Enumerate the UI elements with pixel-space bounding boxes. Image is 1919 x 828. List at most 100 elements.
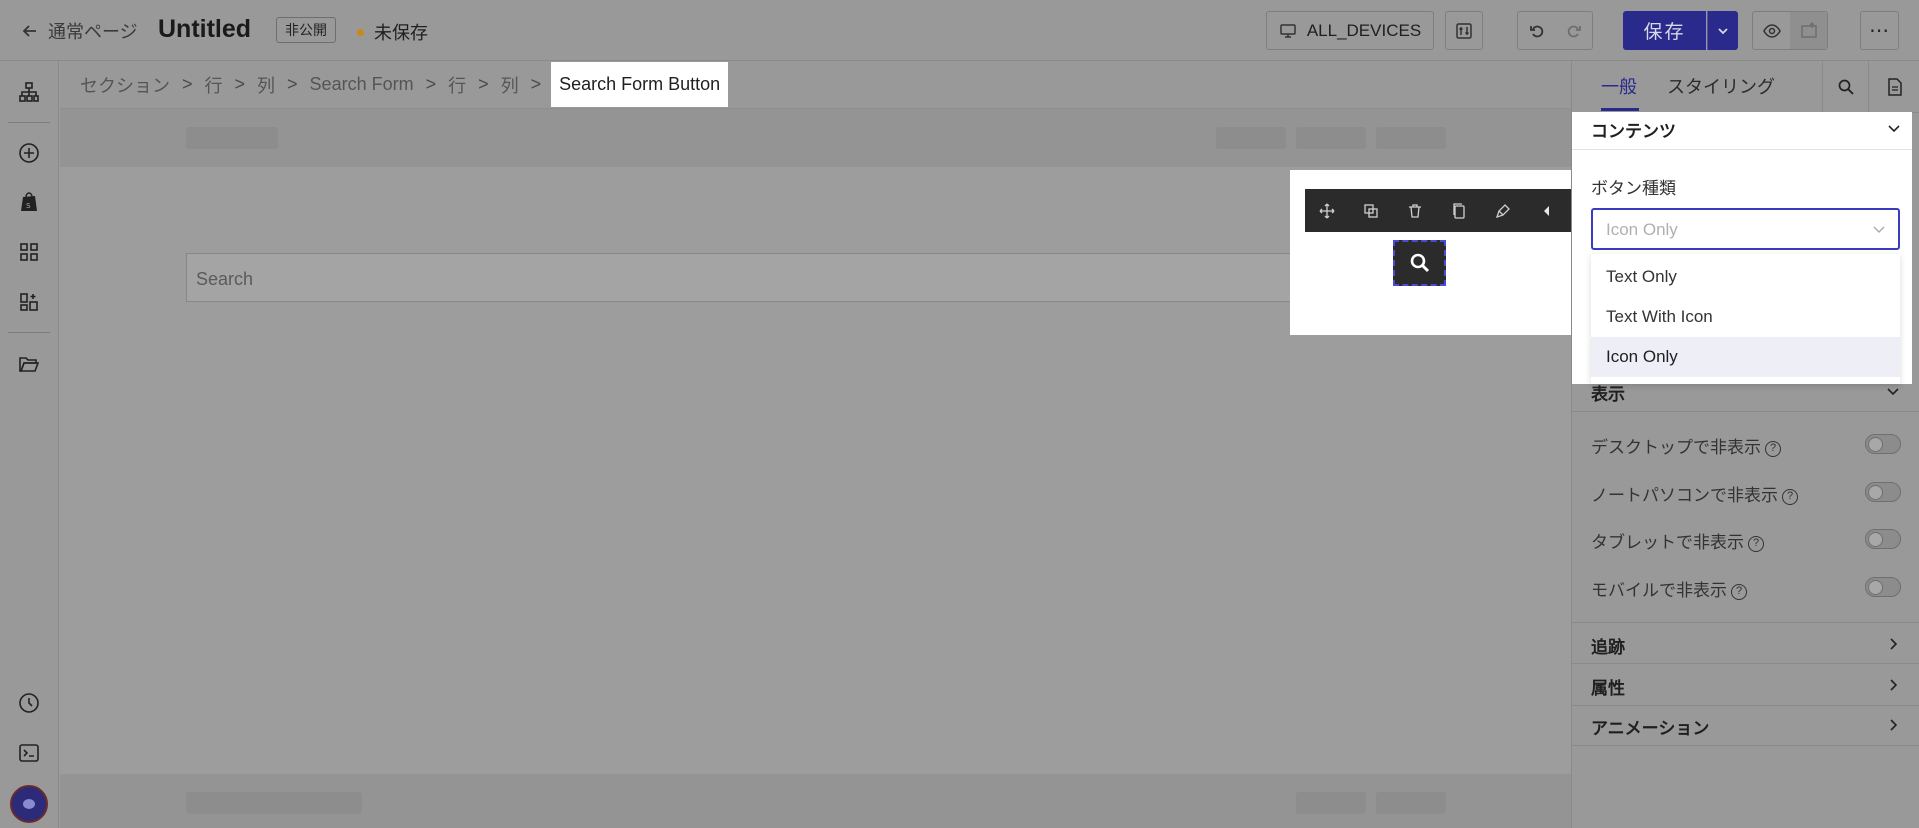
- publish-icon: [1800, 21, 1817, 38]
- chevron-right-icon: [1890, 719, 1898, 731]
- help-icon[interactable]: ?: [1731, 583, 1747, 600]
- breadcrumb-item[interactable]: 行: [448, 72, 466, 98]
- search-form-button[interactable]: [1393, 240, 1446, 286]
- redo-icon: [1567, 25, 1581, 37]
- save-status-label: 未保存: [374, 23, 428, 43]
- search-input[interactable]: Search: [186, 253, 1392, 302]
- arrow-left-icon: [22, 25, 36, 37]
- history-icon[interactable]: [17, 691, 41, 715]
- breadcrumb-item[interactable]: セクション: [80, 72, 170, 98]
- placeholder-footer-text: [186, 792, 362, 814]
- option-text-only[interactable]: Text Only: [1591, 257, 1900, 297]
- content-section-title[interactable]: コンテンツ: [1591, 117, 1676, 142]
- save-button[interactable]: 保存: [1623, 11, 1706, 50]
- save-options-button[interactable]: [1707, 11, 1738, 50]
- help-icon[interactable]: ?: [1765, 440, 1781, 457]
- button-type-select[interactable]: Icon Only: [1591, 208, 1900, 250]
- redo-button[interactable]: [1555, 12, 1592, 49]
- terminal-icon[interactable]: [17, 741, 41, 765]
- hide-tablet-toggle[interactable]: [1865, 529, 1901, 549]
- page-title[interactable]: Untitled: [158, 15, 251, 44]
- visibility-badge[interactable]: 非公開: [276, 17, 336, 43]
- eye-icon: [1762, 23, 1781, 38]
- hide-laptop-label: ノートパソコンで非表示: [1591, 486, 1778, 505]
- breadcrumb-item[interactable]: 列: [257, 72, 275, 98]
- sliders-icon: [1456, 22, 1472, 39]
- copy-button[interactable]: [1437, 189, 1481, 232]
- breadcrumb-separator: >: [182, 74, 193, 94]
- more-options-button[interactable]: ⋯: [1860, 11, 1899, 50]
- chevron-down-icon[interactable]: [1886, 120, 1902, 136]
- tab-styling[interactable]: スタイリング: [1667, 73, 1775, 99]
- hide-laptop-toggle[interactable]: [1865, 482, 1901, 502]
- section-divider: [1572, 149, 1912, 150]
- add-circle-icon[interactable]: [17, 141, 41, 165]
- animation-section-header[interactable]: アニメーション: [1572, 704, 1919, 746]
- settings-sliders-button[interactable]: [1445, 11, 1483, 50]
- hide-desktop-toggle[interactable]: [1865, 434, 1901, 454]
- publish-button[interactable]: [1790, 12, 1827, 49]
- device-selector-label: ALL_DEVICES: [1306, 20, 1422, 40]
- collapse-toolbar-button[interactable]: [1525, 189, 1569, 232]
- breadcrumb: セクション > 行 > 列 > Search Form > 行 > 列 > Se…: [60, 61, 1571, 109]
- rail-divider: [8, 122, 50, 123]
- paste-style-button[interactable]: [1481, 189, 1525, 232]
- save-status: 未保存: [357, 19, 428, 45]
- duplicate-icon: [1364, 203, 1378, 218]
- panel-search-button[interactable]: [1822, 61, 1868, 113]
- folder-open-icon[interactable]: [17, 352, 41, 376]
- search-icon: [1838, 79, 1854, 95]
- duplicate-button[interactable]: [1349, 189, 1393, 232]
- grid-icon[interactable]: [17, 240, 41, 264]
- move-button[interactable]: [1305, 189, 1349, 232]
- widgets-icon[interactable]: [17, 290, 41, 314]
- hide-desktop-row: デスクトップで非表示?: [1591, 430, 1901, 460]
- display-section-title: 表示: [1591, 385, 1625, 404]
- tracking-section-title: 追跡: [1591, 638, 1625, 657]
- editor-canvas[interactable]: Search: [60, 109, 1571, 828]
- hide-mobile-row: モバイルで非表示?: [1591, 573, 1901, 603]
- placeholder-footer-link: [1376, 792, 1446, 814]
- rail-divider: [8, 332, 50, 333]
- button-type-select-value: Icon Only: [1606, 220, 1678, 239]
- document-icon: [1887, 78, 1902, 96]
- back-link[interactable]: 通常ページ: [20, 18, 138, 44]
- svg-text:s: s: [26, 201, 31, 211]
- chevron-down-icon: [1873, 226, 1885, 233]
- sitemap-icon[interactable]: [17, 80, 41, 104]
- hide-tablet-row: タブレットで非表示?: [1591, 525, 1901, 555]
- search-icon: [1410, 253, 1429, 273]
- move-icon: [1319, 203, 1335, 218]
- device-selector-button[interactable]: ALL_DEVICES: [1266, 11, 1434, 50]
- delete-button[interactable]: [1393, 189, 1437, 232]
- back-label: 通常ページ: [48, 22, 138, 42]
- breadcrumb-item[interactable]: 列: [501, 72, 519, 98]
- user-avatar[interactable]: [10, 785, 48, 823]
- hide-desktop-label: デスクトップで非表示: [1591, 438, 1761, 457]
- monitor-icon: [1280, 23, 1296, 38]
- help-icon[interactable]: ?: [1748, 535, 1764, 552]
- canvas-header-section[interactable]: [60, 109, 1571, 167]
- canvas-footer-section[interactable]: [60, 774, 1571, 828]
- preview-button[interactable]: [1753, 12, 1790, 49]
- tracking-section-header[interactable]: 追跡: [1572, 622, 1919, 664]
- undo-button[interactable]: [1518, 12, 1555, 49]
- breadcrumb-item[interactable]: 行: [205, 72, 223, 98]
- tab-general[interactable]: 一般: [1601, 73, 1637, 99]
- help-icon[interactable]: ?: [1782, 488, 1798, 505]
- breadcrumb-item[interactable]: Search Form: [310, 74, 414, 95]
- hide-tablet-label: タブレットで非表示: [1591, 533, 1744, 552]
- caret-left-icon: [1544, 205, 1549, 216]
- hide-mobile-label: モバイルで非表示: [1591, 581, 1727, 600]
- undo-icon: [1529, 25, 1543, 37]
- hide-mobile-toggle[interactable]: [1865, 577, 1901, 597]
- breadcrumb-active-item[interactable]: Search Form Button: [551, 62, 729, 107]
- breadcrumb-separator: >: [234, 74, 246, 94]
- chevron-down-icon: [1887, 388, 1899, 396]
- option-text-with-icon[interactable]: Text With Icon: [1591, 297, 1900, 337]
- page-settings-button[interactable]: [1868, 61, 1919, 113]
- attributes-section-header[interactable]: 属性: [1572, 664, 1919, 706]
- shopify-bag-icon[interactable]: s: [17, 190, 41, 214]
- display-section-header[interactable]: 表示: [1572, 370, 1919, 412]
- element-toolbar: [1305, 189, 1571, 232]
